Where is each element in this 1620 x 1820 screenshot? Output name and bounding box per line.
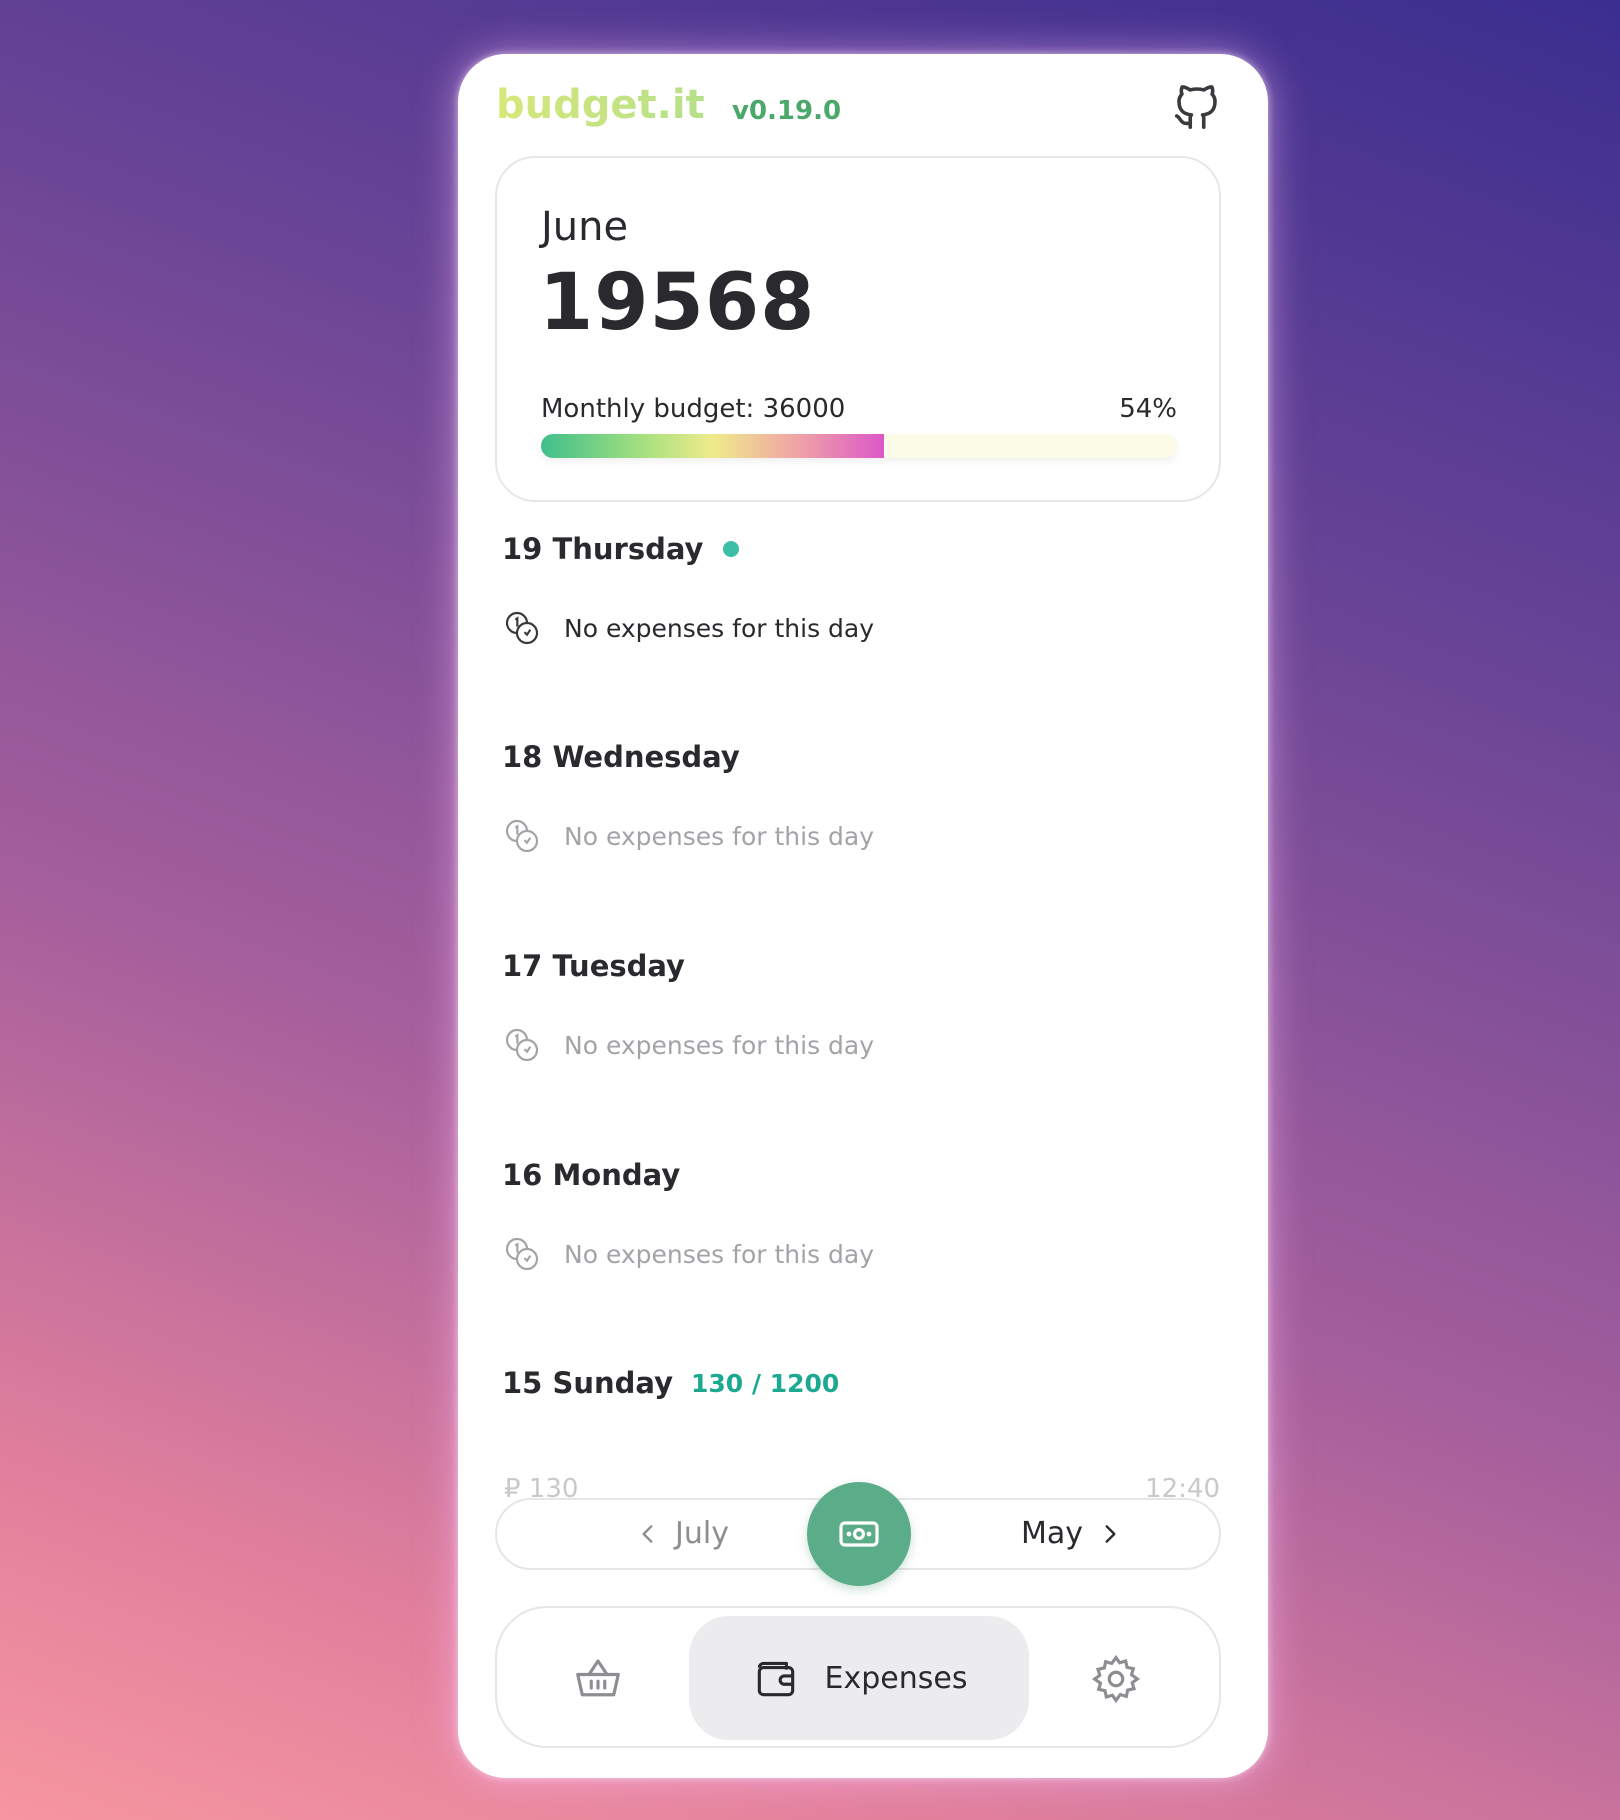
add-expense-button[interactable] — [807, 1482, 911, 1586]
day-section: 18 Wednesday No expenses for this day — [502, 740, 1222, 853]
day-section: 15 Sunday 130 / 1200 — [502, 1366, 1222, 1400]
chevron-right-icon — [1105, 1524, 1116, 1543]
day-title: 19 Thursday — [502, 532, 704, 566]
day-section: 19 Thursday No expenses for this day — [502, 532, 1222, 645]
basket-icon[interactable] — [571, 1652, 625, 1706]
tab-expenses-label: Expenses — [824, 1660, 968, 1696]
budget-label: Monthly budget: 36000 — [541, 394, 846, 424]
chevron-left-icon — [642, 1524, 653, 1543]
no-expenses-text: No expenses for this day — [564, 1239, 875, 1269]
day-title: 18 Wednesday — [502, 740, 740, 774]
github-icon[interactable] — [1170, 80, 1224, 134]
app-version: v0.19.0 — [732, 96, 842, 126]
day-title: 17 Tuesday — [502, 949, 685, 983]
next-month-label: May — [1021, 1516, 1084, 1551]
today-indicator — [723, 541, 740, 557]
month-total: 19568 — [539, 258, 816, 348]
budget-progress-bar — [541, 434, 1177, 458]
month-summary-card: June 19568 Monthly budget: 36000 54% — [495, 156, 1221, 502]
prev-month-button[interactable]: July — [635, 1516, 729, 1551]
month-name: June — [541, 204, 629, 250]
coins-icon — [505, 1028, 539, 1062]
no-expenses-row: No expenses for this day — [502, 1025, 874, 1065]
coins-icon — [505, 819, 539, 853]
next-month-button[interactable]: May — [1021, 1516, 1123, 1551]
coins-icon — [505, 1237, 539, 1271]
app-logo: budget.it — [496, 82, 705, 128]
day-section: 16 Monday No expenses for this day — [502, 1158, 1222, 1271]
no-expenses-text: No expenses for this day — [564, 613, 875, 643]
day-title: 15 Sunday — [502, 1366, 673, 1400]
gear-icon[interactable] — [1089, 1652, 1143, 1706]
no-expenses-row: No expenses for this day — [502, 816, 874, 856]
budget-progress-fill — [541, 434, 885, 458]
header: budget.it v0.19.0 — [496, 80, 1224, 150]
bottom-navigation: Expenses — [495, 1606, 1221, 1748]
wallet-icon — [757, 1661, 794, 1697]
coins-icon — [505, 611, 539, 645]
tab-expenses[interactable]: Expenses — [689, 1616, 1029, 1740]
day-section: 17 Tuesday No expenses for this day — [502, 949, 1222, 1062]
day-title: 16 Monday — [502, 1158, 681, 1192]
budget-percent: 54% — [1119, 394, 1177, 424]
no-expenses-text: No expenses for this day — [564, 1030, 875, 1060]
no-expenses-row: No expenses for this day — [502, 608, 874, 648]
no-expenses-text: No expenses for this day — [564, 821, 875, 851]
app-window: budget.it v0.19.0 June 19568 Monthly bud… — [458, 54, 1268, 1778]
no-expenses-row: No expenses for this day — [502, 1234, 874, 1274]
prev-month-label: July — [675, 1516, 729, 1551]
day-spent: 130 / 1200 — [690, 1368, 840, 1398]
cash-icon — [839, 1521, 879, 1547]
